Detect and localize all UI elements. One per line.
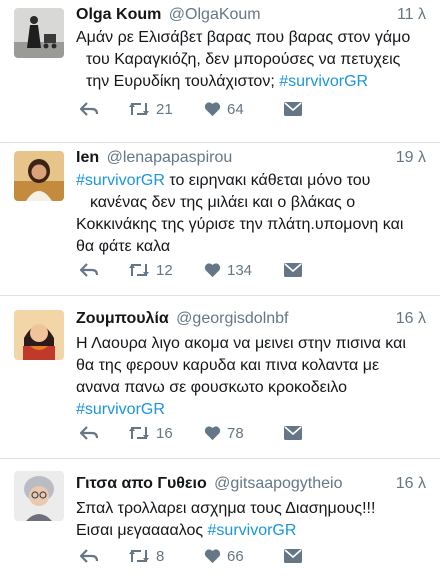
tweet-text-fragment: την Ευρυδίκη τουλάχιστον; xyxy=(86,73,280,90)
hashtag-link[interactable]: #survivorGR xyxy=(76,172,165,189)
person-portrait-avatar-icon[interactable] xyxy=(14,151,64,201)
tweet-text-line: Η Λαουρα λιγο ακομα να μεινει στην πισιν… xyxy=(76,335,406,352)
envelope-icon xyxy=(284,263,302,277)
author-name[interactable]: Γιτσα απο Γυθειο xyxy=(76,475,207,492)
reply-icon xyxy=(80,102,98,116)
author-name[interactable]: Olga Koum xyxy=(76,6,161,23)
tweet-text-line: Εισαι μεγααααλος #survivorGR xyxy=(76,520,430,542)
elderly-woman-avatar-icon[interactable] xyxy=(14,471,64,521)
like-button[interactable]: 64 xyxy=(204,98,244,120)
retweet-button[interactable]: 8 xyxy=(128,545,164,567)
heart-icon xyxy=(204,102,221,117)
tweet-text-line: την Ευρυδίκη τουλάχιστον; #survivorGR xyxy=(76,71,430,93)
direct-message-button[interactable] xyxy=(284,545,302,567)
tweet[interactable]: Ζουμπουλία @georgisdolnbf 16 λ Η Λαουρα … xyxy=(0,296,440,459)
tweet-text-line: του Καραγκιόζη, δεν μπορούσες να πετυχει… xyxy=(86,51,401,68)
tweet-text-fragment: το ειρηνακι κάθεται μόνο του xyxy=(164,172,371,189)
hashtag-link[interactable]: #survivorGR xyxy=(208,522,297,539)
tweet-actions: 8 66 xyxy=(76,545,426,567)
retweet-count: 21 xyxy=(156,100,173,118)
reply-button[interactable] xyxy=(80,259,98,281)
like-count: 134 xyxy=(227,261,253,279)
tweet[interactable]: Ien @lenapapaspirou 19 λ #survivorGR το … xyxy=(0,143,440,296)
like-count: 66 xyxy=(227,547,244,565)
tweet-text-fragment: Εισαι μεγααααλος xyxy=(76,522,208,539)
reply-icon xyxy=(80,426,98,440)
reply-button[interactable] xyxy=(80,545,98,567)
tweet-text: Σπαλ τρολλαρει ασχημα τους Διασημους!!! … xyxy=(76,498,430,542)
envelope-icon xyxy=(284,549,302,563)
reply-icon xyxy=(80,263,98,277)
like-button[interactable]: 134 xyxy=(204,259,252,281)
like-button[interactable]: 66 xyxy=(204,545,244,567)
tweet-text: #survivorGR το ειρηνακι κάθεται μόνο του… xyxy=(76,170,430,258)
retweet-button[interactable]: 16 xyxy=(128,422,173,444)
timestamp[interactable]: 16 λ xyxy=(396,475,426,493)
like-button[interactable]: 78 xyxy=(204,422,244,444)
illustrated-woman-avatar-icon[interactable] xyxy=(14,310,64,360)
tweet-actions: 21 64 xyxy=(76,98,426,120)
retweet-count: 12 xyxy=(156,261,173,279)
tweet-text-line: Κοκκινάκης της γύρισε την πλάτη.υπομονη … xyxy=(76,216,404,233)
author-handle[interactable]: @georgisdolnbf xyxy=(176,310,288,327)
tweet[interactable]: Γιτσα απο Γυθειο @gitsaapogytheio 16 λ Σ… xyxy=(0,459,440,579)
tweet-text-line: Σπαλ τρολλαρει ασχημα τους Διασημους!!! xyxy=(76,500,376,517)
tweet-actions: 12 134 xyxy=(76,259,426,281)
retweet-icon xyxy=(129,264,149,276)
tweet-text-line: #survivorGR xyxy=(76,399,430,421)
like-count: 64 xyxy=(227,100,244,118)
retweet-icon xyxy=(129,103,149,115)
reply-button[interactable] xyxy=(80,422,98,444)
tweet-text-line: κανένας δεν της μιλάει και ο βλάκας ο xyxy=(90,194,356,211)
retweet-button[interactable]: 21 xyxy=(128,98,173,120)
timestamp[interactable]: 19 λ xyxy=(396,149,426,167)
author-name[interactable]: Ien xyxy=(76,149,99,166)
retweet-count: 8 xyxy=(156,547,165,565)
timestamp[interactable]: 11 λ xyxy=(397,6,426,24)
person-with-stroller-avatar-icon[interactable] xyxy=(14,8,64,58)
retweet-count: 16 xyxy=(156,424,173,442)
author-handle[interactable]: @OlgaKoum xyxy=(169,6,261,23)
envelope-icon xyxy=(284,426,302,440)
timestamp[interactable]: 16 λ xyxy=(396,310,426,328)
tweet-text-line: #survivorGR το ειρηνακι κάθεται μόνο του xyxy=(76,170,430,192)
tweet-text: Η Λαουρα λιγο ακομα να μεινει στην πισιν… xyxy=(76,333,430,421)
tweet-text-line: Αμάν ρε Ελισάβετ βαρας που βαρας στον γά… xyxy=(76,29,411,46)
tweet-text: Αμάν ρε Ελισάβετ βαρας που βαρας στον γά… xyxy=(76,27,430,93)
tweet-actions: 16 78 xyxy=(76,422,426,444)
heart-icon xyxy=(204,549,221,564)
reply-button[interactable] xyxy=(80,98,98,120)
tweet[interactable]: Olga Koum @OlgaKoum 11 λ Αμάν ρε Ελισάβε… xyxy=(0,0,440,143)
author-name[interactable]: Ζουμπουλία xyxy=(76,310,169,327)
envelope-icon xyxy=(284,102,302,116)
like-count: 78 xyxy=(227,424,244,442)
direct-message-button[interactable] xyxy=(284,422,302,444)
retweet-icon xyxy=(129,427,149,439)
reply-icon xyxy=(80,549,98,563)
author-handle[interactable]: @gitsaapogytheio xyxy=(214,475,342,492)
heart-icon xyxy=(204,426,221,441)
retweet-button[interactable]: 12 xyxy=(128,259,173,281)
direct-message-button[interactable] xyxy=(284,259,302,281)
tweet-text-line: θα φάτε καλα xyxy=(76,238,171,255)
hashtag-link[interactable]: #survivorGR xyxy=(76,401,165,418)
tweet-text-line: θα της φερουν καρυδα και πινα κολαντα με xyxy=(76,357,380,374)
retweet-icon xyxy=(129,550,149,562)
heart-icon xyxy=(204,263,221,278)
tweet-text-line: ανανα πανω σε φουσκωτο κροκοδειλο xyxy=(76,379,348,396)
author-handle[interactable]: @lenapapaspirou xyxy=(107,149,233,166)
hashtag-link[interactable]: #survivorGR xyxy=(279,73,368,90)
direct-message-button[interactable] xyxy=(284,98,302,120)
